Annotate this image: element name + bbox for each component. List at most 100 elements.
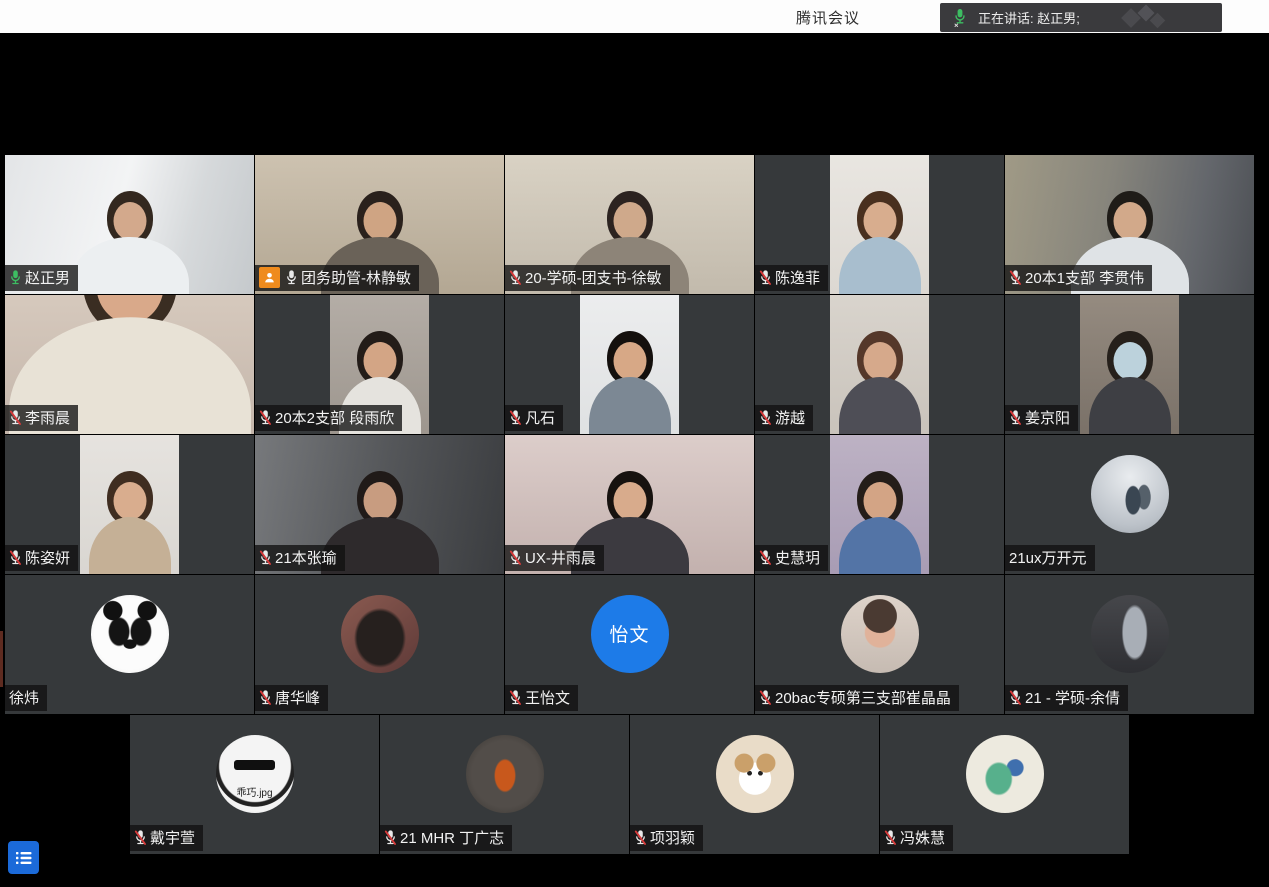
mic-icon [509,689,522,706]
titlebar: 腾讯会议 正在讲话: 赵正男; [0,0,1269,33]
participant-tile[interactable]: 21 MHR 丁广志 [380,715,629,854]
cartoon-cat-sunglasses-avatar: 乖巧.jpg [216,735,294,813]
participant-tile[interactable]: 陈逸菲 [755,155,1004,294]
initials-avatar: 怡文 [591,595,669,673]
participant-name: 项羽颖 [650,827,695,848]
person-silhouette [837,471,923,574]
participant-tile[interactable]: 游越 [755,295,1004,434]
participant-name: 20本1支部 李贯伟 [1025,267,1144,288]
name-label: 20bac专硕第三支部崔晶晶 [755,685,959,711]
video-frame [1080,295,1180,434]
meeting-window: 腾讯会议 正在讲话: 赵正男; [0,0,1269,887]
participant-tile[interactable]: 20bac专硕第三支部崔晶晶 [755,575,1004,714]
participant-tile[interactable]: 冯姝慧 [880,715,1129,854]
video-frame [830,155,930,294]
left-edge-marker [0,631,3,687]
participant-name: 游越 [775,407,805,428]
grid-row: 赵正男 团务助管-林 [5,155,1254,294]
mic-icon [759,269,772,286]
participant-name: 团务助管-林静敏 [301,267,411,288]
participant-tile[interactable]: 徐炜 [5,575,254,714]
participant-name: 戴宇萱 [150,827,195,848]
video-frame [830,435,930,574]
cartoon-monsters-photo-avatar [966,735,1044,813]
person-silhouette [87,471,173,574]
mic-icon [1009,269,1022,286]
video-frame [80,435,180,574]
participant-tile[interactable]: 凡石 [505,295,754,434]
mic-icon [759,409,772,426]
name-label: 20本2支部 段雨欣 [255,405,402,431]
participant-tile[interactable]: 21本张瑜 [255,435,504,574]
laughing-child-photo-avatar [841,595,919,673]
video-frame [580,295,680,434]
participant-tile[interactable]: 唐华峰 [255,575,504,714]
speaking-indicator: 正在讲话: 赵正男; [940,3,1222,32]
name-label: 史慧玥 [755,545,828,571]
name-label: 姜京阳 [1005,405,1078,431]
participant-tile[interactable]: 陈姿妍 [5,435,254,574]
participant-tile[interactable]: 团务助管-林静敏 [255,155,504,294]
participant-name: 李雨晨 [25,407,70,428]
dog-photo-avatar [716,735,794,813]
mic-icon [259,689,272,706]
person-silhouette [837,331,923,434]
grid-row: 徐炜 唐华峰 怡文 [5,575,1254,714]
participant-name: 21 - 学硕-余倩 [1025,687,1120,708]
mic-icon [9,409,22,426]
participant-name: 赵正男 [25,267,70,288]
mic-icon [509,409,522,426]
participant-name: 陈逸菲 [775,267,820,288]
mic-icon [259,549,272,566]
participant-name: 徐炜 [9,687,39,708]
mic-active-icon [953,8,967,27]
participant-tile[interactable]: 20本2支部 段雨欣 [255,295,504,434]
participant-name: 21本张瑜 [275,547,337,568]
name-label: 团务助管-林静敏 [255,265,419,291]
video-grid: 赵正男 团务助管-林 [5,155,1254,854]
name-label: 21本张瑜 [255,545,345,571]
participant-name: 21ux万开元 [1009,547,1087,568]
participant-name: 姜京阳 [1025,407,1070,428]
app-title: 腾讯会议 [796,7,860,28]
participant-tile[interactable]: 20-学硕-团支书-徐敏 [505,155,754,294]
participant-tile[interactable]: 21 - 学硕-余倩 [1005,575,1254,714]
participant-tile[interactable]: 20本1支部 李贯伟 [1005,155,1254,294]
participant-tile[interactable]: 怡文 王怡文 [505,575,754,714]
participant-tile[interactable]: 乖巧.jpg 戴宇萱 [130,715,379,854]
anime-boy-photo-avatar [341,595,419,673]
mic-icon [1009,409,1022,426]
video-stage: 赵正男 团务助管-林 [0,33,1269,887]
video-frame [830,295,930,434]
name-label: 21 MHR 丁广志 [380,825,512,851]
participant-tile[interactable]: 21ux万开元 [1005,435,1254,574]
participant-name: 21 MHR 丁广志 [400,827,504,848]
mic-icon [634,829,647,846]
name-label: 游越 [755,405,813,431]
participant-tile[interactable]: 赵正男 [5,155,254,294]
mic-icon [759,689,772,706]
participant-name: 冯姝慧 [900,827,945,848]
participant-tile[interactable]: 李雨晨 [5,295,254,434]
mic-icon [1009,689,1022,706]
participant-tile[interactable]: 姜京阳 [1005,295,1254,434]
avatar-text: 乖巧.jpg [216,784,294,799]
name-label: 赵正男 [5,265,78,291]
participant-name: 唐华峰 [275,687,320,708]
name-label: 冯姝慧 [880,825,953,851]
name-label: 20本1支部 李贯伟 [1005,265,1152,291]
outdoor-walk-photo-avatar [1091,455,1169,533]
participant-tile[interactable]: 史慧玥 [755,435,1004,574]
grid-row: 李雨晨 20本2支部 段雨欣 [5,295,1254,434]
name-label: 戴宇萱 [130,825,203,851]
mic-icon [9,549,22,566]
person-silhouette [1087,331,1173,434]
participant-name: 20bac专硕第三支部崔晶晶 [775,687,951,708]
participant-tile[interactable]: UX-井雨晨 [505,435,754,574]
name-label: 凡石 [505,405,563,431]
dim-portrait-photo-avatar [1091,595,1169,673]
participant-tile[interactable]: 项羽颖 [630,715,879,854]
mic-icon [884,829,897,846]
participants-list-button[interactable] [8,841,39,874]
list-icon [15,850,33,866]
